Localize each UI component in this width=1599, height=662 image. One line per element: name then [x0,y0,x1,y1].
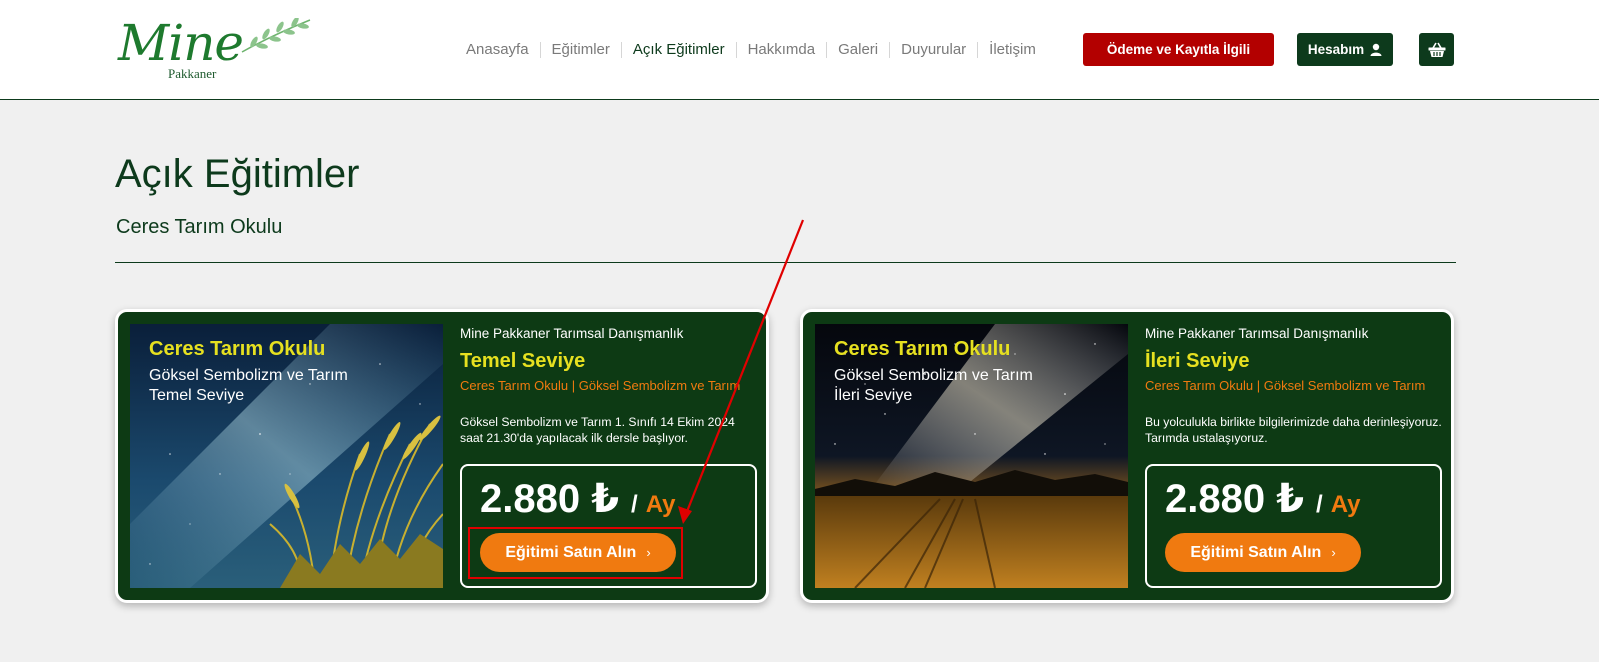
site-header: Mine Pakkaner Anasayfa Eğitimler Açık Eğ… [0,0,1599,100]
image-subtitle-line1: Göksel Sembolizm ve Tarım [834,367,1033,384]
course-org: Mine Pakkaner Tarımsal Danışmanlık [460,326,684,341]
page-subtitle: Ceres Tarım Okulu [116,216,283,238]
price-box: 2.880 ₺ / Ay Eğitimi Satın Alın › [1145,464,1442,588]
milky-way-field-image [815,324,1128,588]
title-divider [115,262,1456,263]
image-subtitle-line2: İleri Seviye [834,387,913,404]
price-amount: 2.880 ₺ [1165,477,1305,521]
payment-info-button[interactable]: Ödeme ve Kayıtla İlgili [1083,33,1274,66]
buy-course-button[interactable]: Eğitimi Satın Alın › [1165,533,1361,572]
course-image-temel[interactable]: Ceres Tarım Okulu Göksel Sembolizm ve Ta… [130,324,443,588]
price-period: Ay [645,491,676,518]
page-title: Açık Eğitimler [115,152,360,196]
buy-button-label: Eğitimi Satın Alın [1190,543,1322,561]
course-price: 2.880 ₺ / Ay [1165,476,1361,522]
account-button[interactable]: Hesabım [1297,33,1393,66]
cart-button[interactable] [1419,33,1454,66]
nav-egitimler[interactable]: Eğitimler [539,42,621,58]
site-logo[interactable]: Mine Pakkaner [118,14,318,84]
course-category[interactable]: Ceres Tarım Okulu | Göksel Sembolizm ve … [1145,378,1425,393]
image-title: Ceres Tarım Okulu [834,338,1011,360]
chevron-right-icon: › [1331,545,1336,560]
account-button-label: Hesabım [1307,42,1365,57]
image-title: Ceres Tarım Okulu [149,338,326,360]
course-description: Göksel Sembolizm ve Tarım 1. Sınıfı 14 E… [460,415,735,445]
price-period: Ay [1330,491,1361,518]
main-nav: Anasayfa Eğitimler Açık Eğitimler Hakkım… [466,40,1047,60]
night-sky-grass-image [130,324,443,588]
logo-wordmark: Mine [118,14,244,72]
course-category[interactable]: Ceres Tarım Okulu | Göksel Sembolizm ve … [460,378,740,393]
nav-duyurular[interactable]: Duyurular [889,42,977,58]
leaf-branch-icon [241,18,311,53]
course-card-ileri: Ceres Tarım Okulu Göksel Sembolizm ve Ta… [800,309,1454,603]
course-image-ileri[interactable]: Ceres Tarım Okulu Göksel Sembolizm ve Ta… [815,324,1128,588]
basket-icon [1428,42,1445,57]
nav-iletisim[interactable]: İletişim [977,42,1047,58]
annotation-highlight-box [468,527,683,579]
course-description: Bu yolculukla birlikte bilgilerimizde da… [1145,415,1442,445]
price-amount: 2.880 ₺ [480,477,620,521]
course-level[interactable]: İleri Seviye [1145,350,1250,373]
price-separator: / [1316,491,1323,518]
logo-subtitle: Pakkaner [168,66,217,81]
image-subtitle-line2: Temel Seviye [149,387,245,404]
nav-galeri[interactable]: Galeri [826,42,889,58]
nav-anasayfa[interactable]: Anasayfa [466,42,540,58]
course-price: 2.880 ₺ / Ay [480,476,676,522]
image-subtitle-line1: Göksel Sembolizm ve Tarım [149,367,348,384]
price-separator: / [631,491,638,518]
nav-hakkimda[interactable]: Hakkımda [735,42,827,58]
course-level[interactable]: Temel Seviye [460,350,585,373]
user-icon [1370,43,1382,56]
course-org: Mine Pakkaner Tarımsal Danışmanlık [1145,326,1369,341]
nav-acik-egitimler[interactable]: Açık Eğitimler [620,42,736,58]
